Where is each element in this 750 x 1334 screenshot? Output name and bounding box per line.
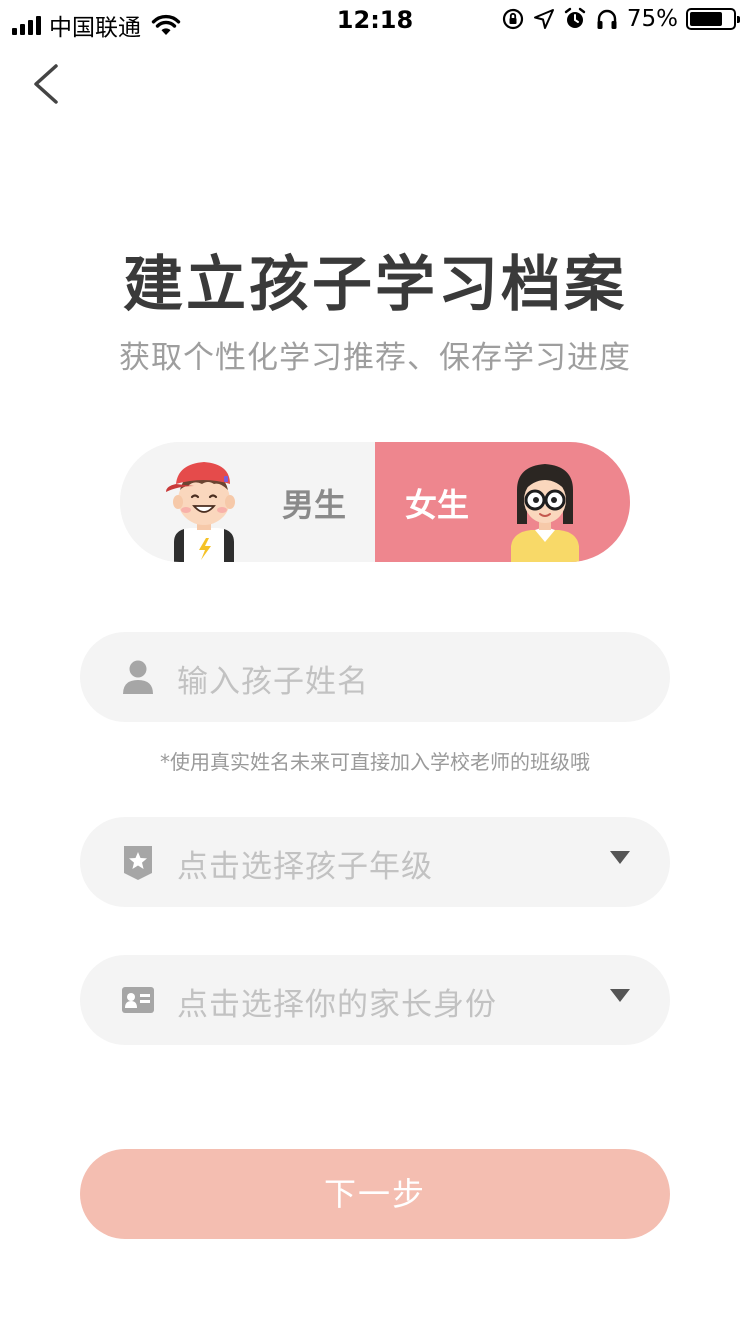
headphones-icon [597,9,617,29]
page-title: 建立孩子学习档案 [123,250,627,320]
battery-percent: 75% [626,6,678,32]
location-arrow-icon [533,9,554,29]
back-arrow-icon[interactable] [22,56,70,112]
grade-badge-icon [124,846,152,880]
parent-identity-select[interactable]: 点击选择你的家长身份 [80,955,670,1045]
name-hint: *使用真实姓名未来可直接加入学校老师的班级哦 [160,750,590,774]
next-step-button[interactable]: 下一步 [80,1149,670,1239]
girl-avatar-icon [511,464,579,562]
id-card-icon [122,987,154,1013]
page-subtitle: 获取个性化学习推荐、保存学习进度 [119,340,631,376]
gender-male-label: 男生 [282,486,347,524]
gender-female-option[interactable]: 女生 [375,442,630,562]
gender-toggle: 男生 女生 [120,442,630,562]
grade-select[interactable]: 点击选择孩子年级 [80,817,670,907]
child-name-placeholder: 输入孩子姓名 [177,664,369,700]
battery-fill [690,12,722,26]
alarm-icon [564,7,586,28]
caret-down-icon [610,989,630,1002]
gender-male-option[interactable]: 男生 [120,442,375,562]
status-right: 75% [501,6,740,32]
child-name-field[interactable]: 输入孩子姓名 [80,632,670,722]
user-icon [123,660,153,694]
boy-avatar-icon [166,462,235,562]
orientation-lock-icon [502,8,523,30]
parent-identity-placeholder: 点击选择你的家长身份 [177,987,497,1023]
status-bar: 中国联通 12:18 75% [0,0,750,41]
gender-female-label: 女生 [405,486,470,524]
grade-placeholder: 点击选择孩子年级 [177,849,433,885]
battery-icon [686,8,740,30]
caret-down-icon [610,851,630,864]
